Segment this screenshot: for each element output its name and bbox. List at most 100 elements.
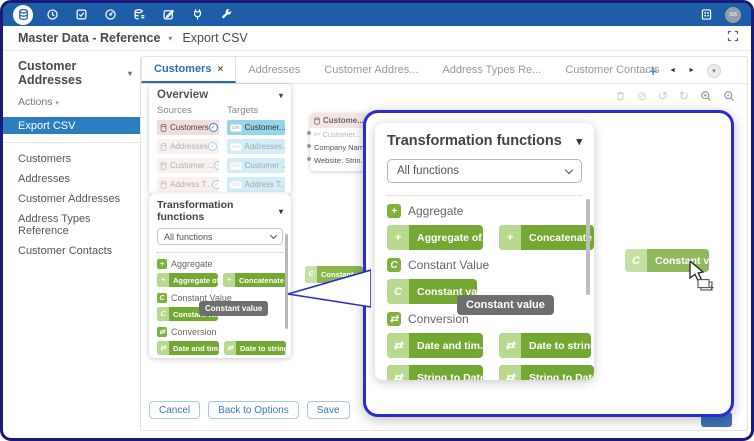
top-app-bar: aa xyxy=(3,3,751,26)
source-chip-customer[interactable]: Customer ... ✓ xyxy=(157,158,219,173)
function-date-and-time[interactable]: ⇄Date and tim... xyxy=(157,341,219,355)
zoom-out-icon[interactable] xyxy=(723,90,735,102)
chevron-down-icon[interactable]: ▾ xyxy=(128,69,132,78)
function-date-and-time[interactable]: ⇄Date and tim... xyxy=(387,333,483,358)
check-icon: ✓ xyxy=(212,180,219,189)
collapse-icon[interactable]: ▾ xyxy=(576,135,582,148)
divider xyxy=(157,252,283,253)
expand-icon[interactable] xyxy=(727,29,739,47)
zoom-in-icon[interactable] xyxy=(700,90,712,102)
back-to-options-button[interactable]: Back to Options xyxy=(208,401,299,419)
sidebar-item-export-csv[interactable]: Export CSV xyxy=(3,117,140,134)
source-chip-address-types[interactable]: Address T... ✓ xyxy=(157,177,219,192)
close-icon[interactable]: × xyxy=(217,64,223,75)
add-tab-icon[interactable]: + xyxy=(649,63,657,79)
quality-icon[interactable] xyxy=(158,5,178,25)
functions-title: Transformation functions xyxy=(157,199,234,223)
scroll-tabs-left-icon[interactable]: ◄ xyxy=(669,67,676,74)
port-dot[interactable] xyxy=(307,131,311,135)
chevron-down-icon xyxy=(564,165,574,174)
tab-customer-addresses[interactable]: Customer Addres... xyxy=(312,57,430,83)
collapse-icon[interactable]: ▾ xyxy=(279,91,283,100)
redo-icon[interactable]: ↻ xyxy=(679,89,689,103)
sidebar-item-customers[interactable]: Customers xyxy=(3,149,140,169)
integrations-icon[interactable] xyxy=(187,5,207,25)
metrics-icon[interactable] xyxy=(100,5,120,25)
data-icon[interactable] xyxy=(129,5,149,25)
sidebar-item-customer-contacts[interactable]: Customer Contacts xyxy=(3,241,140,261)
dragged-function-ghost[interactable]: C Constant val... xyxy=(305,266,363,283)
collapse-icon[interactable]: ▾ xyxy=(279,207,283,216)
target-chip-customer[interactable]: csv Customer... ✓ xyxy=(227,120,285,135)
undo-icon[interactable]: ↺ xyxy=(658,89,668,103)
function-string-to-date[interactable]: ⇄ String to Date xyxy=(387,365,483,380)
function-string-to-date2[interactable]: ⇄ String to Dat... xyxy=(499,365,594,380)
sidebar-item-address-types-reference[interactable]: Address Types Reference xyxy=(3,209,140,241)
constant-icon: C xyxy=(387,258,401,272)
sidebar-actions-menu[interactable]: Actions ▾ xyxy=(3,87,140,108)
csv-badge: csv xyxy=(230,142,242,151)
function-concatenate[interactable]: +Concatenate ... xyxy=(223,273,287,287)
sidebar-dataset-title[interactable]: Customer Addresses ▾ xyxy=(3,51,140,87)
function-date-to-string[interactable]: ⇄ Date to string xyxy=(499,333,591,358)
canvas-toolbar: ⊘ ↺ ↻ xyxy=(615,89,735,103)
function-concatenate[interactable]: +Concatenate ... xyxy=(499,225,594,250)
source-chip-customers[interactable]: Customers ✓ xyxy=(157,120,219,135)
clear-icon[interactable]: ⊘ xyxy=(637,89,647,103)
node-title: Custome... xyxy=(323,116,364,125)
function-aggregate-of[interactable]: +Aggregate of... xyxy=(387,225,483,250)
history-icon[interactable] xyxy=(42,5,62,25)
apps-icon[interactable] xyxy=(696,5,716,25)
tab-customers[interactable]: Customers × xyxy=(141,57,237,83)
scroll-tabs-right-icon[interactable]: ► xyxy=(688,67,695,74)
constant-icon: C xyxy=(157,293,167,303)
aggregate-icon: + xyxy=(157,259,167,269)
conversion-icon: ⇄ xyxy=(387,333,409,358)
sidebar-item-addresses[interactable]: Addresses xyxy=(3,169,140,189)
functions-title: Transformation functions xyxy=(387,133,562,149)
sidebar-item-customer-addresses[interactable]: Customer Addresses xyxy=(3,189,140,209)
tab-menu-icon[interactable]: ▾ xyxy=(707,63,721,78)
tasks-icon[interactable] xyxy=(71,5,91,25)
database-menu-icon[interactable] xyxy=(13,4,33,25)
constant-icon: C xyxy=(625,249,647,272)
function-aggregate-of[interactable]: +Aggregate of... xyxy=(157,273,218,287)
module-title[interactable]: Master Data - Reference xyxy=(18,31,160,45)
aggregate-icon: + xyxy=(387,204,401,218)
scrollbar[interactable] xyxy=(285,234,288,329)
page-header: Master Data - Reference ▾ Export CSV xyxy=(3,26,751,51)
trash-icon[interactable] xyxy=(615,90,626,102)
csv-badge: csv xyxy=(230,123,242,132)
port-dot[interactable] xyxy=(307,144,311,148)
tab-addresses[interactable]: Addresses xyxy=(236,57,312,83)
conversion-icon: ⇄ xyxy=(224,341,236,355)
database-icon xyxy=(160,161,167,170)
function-date-to-string[interactable]: ⇄ Date to string xyxy=(224,341,286,355)
mouse-cursor-icon xyxy=(688,259,718,300)
source-chip-addresses[interactable]: Addresses ✓ xyxy=(157,139,219,154)
constant-icon: C xyxy=(305,266,317,283)
targets-label: Targets xyxy=(227,105,259,116)
conversion-icon: ⇄ xyxy=(157,327,167,337)
tools-icon[interactable] xyxy=(216,5,236,25)
conversion-icon: ⇄ xyxy=(387,312,401,326)
check-icon: ✓ xyxy=(213,161,219,170)
scrollbar[interactable] xyxy=(586,199,590,295)
save-button[interactable]: Save xyxy=(306,401,350,419)
check-icon: ✓ xyxy=(207,142,217,151)
functions-filter-select[interactable]: All functions xyxy=(387,159,582,183)
port-dot[interactable] xyxy=(307,157,311,161)
functions-panel-zoomed: Transformation functions ▾ All functions… xyxy=(375,123,594,380)
chevron-down-icon[interactable]: ▾ xyxy=(168,34,172,43)
avatar[interactable]: aa xyxy=(725,6,741,23)
drag-tooltip: Constant value xyxy=(199,301,269,316)
conversion-icon: ⇄ xyxy=(387,365,409,380)
category-aggregate: + Aggregate xyxy=(149,259,291,269)
target-chip-customer2[interactable]: csv Customer ... ✓ xyxy=(227,158,285,173)
target-chip-address-types[interactable]: csv Address T... ✓ xyxy=(227,177,285,192)
tab-address-types[interactable]: Address Types Re... xyxy=(430,57,553,83)
functions-filter-select[interactable]: All functions xyxy=(157,228,283,245)
target-chip-addresses[interactable]: csv Addresses... ✓ xyxy=(227,139,285,154)
cancel-button[interactable]: Cancel xyxy=(149,401,201,419)
database-icon xyxy=(160,123,167,132)
